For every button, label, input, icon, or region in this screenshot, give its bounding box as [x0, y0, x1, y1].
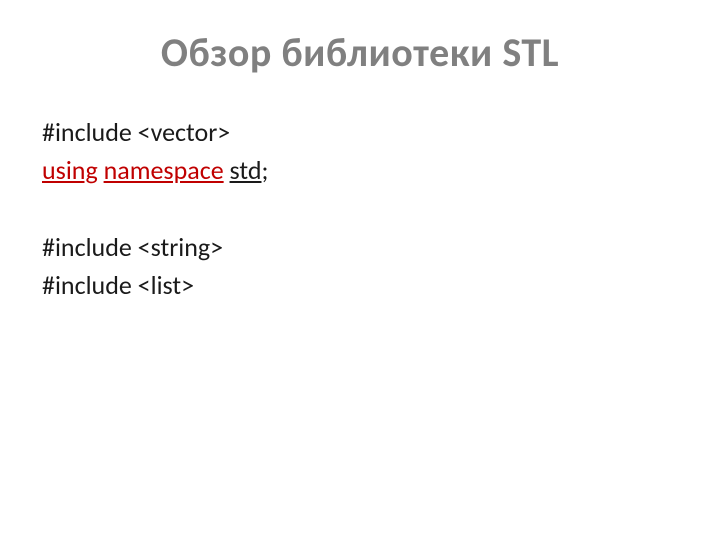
semicolon: ; [262, 154, 269, 186]
keyword-using: using [42, 154, 98, 186]
code-block: #include <vector> using namespace std; #… [42, 113, 678, 305]
code-line-using-namespace: using namespace std; [42, 151, 678, 189]
code-line-include-vector: #include <vector> [42, 113, 678, 151]
identifier-std: std [230, 154, 262, 186]
keyword-namespace: namespace [104, 154, 224, 186]
blank-line [42, 190, 678, 228]
code-line-include-string: #include <string> [42, 228, 678, 266]
slide-title: Обзор библиотеки STL [42, 28, 678, 77]
code-line-include-list: #include <list> [42, 266, 678, 304]
